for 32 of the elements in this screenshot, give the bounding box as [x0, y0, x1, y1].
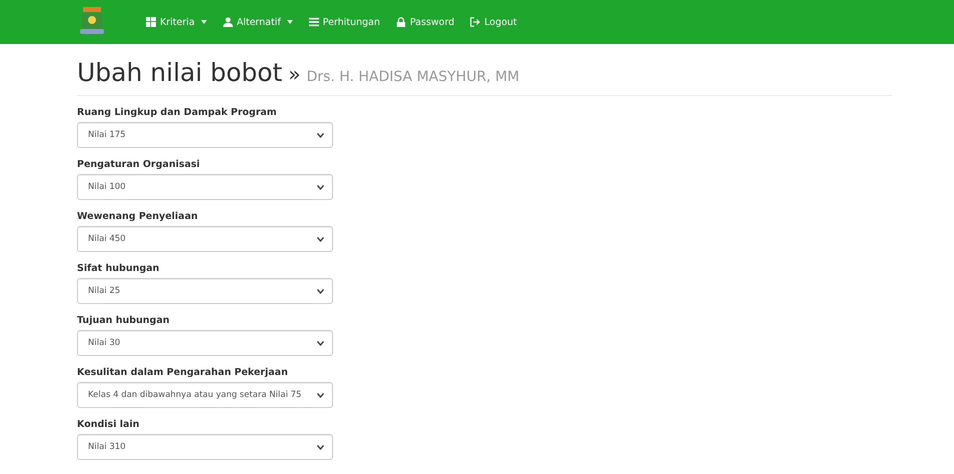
- select-field[interactable]: Nilai 310: [77, 434, 333, 460]
- logout-icon: [470, 17, 480, 27]
- grid-icon: [146, 17, 156, 27]
- field-label: Sifat hubungan: [77, 263, 160, 274]
- chevron-icon: [317, 444, 324, 450]
- chevron-icon: [317, 288, 324, 294]
- field-label: Kondisi lain: [77, 419, 140, 430]
- page-title: Ubah nilai bobot: [77, 58, 282, 87]
- caret-icon: [200, 20, 207, 24]
- field-label: Tujuan hubungan: [77, 315, 171, 326]
- caret-icon: [286, 20, 293, 24]
- select-field[interactable]: Nilai 25: [77, 278, 333, 304]
- lock-icon: [396, 17, 406, 27]
- field-label: Pengaturan Organisasi: [77, 159, 201, 170]
- field-label: Wewenang Penyeliaan: [77, 211, 199, 222]
- chevron-icon: [317, 184, 324, 190]
- chevron-icon: [317, 132, 324, 138]
- list-icon: [308, 17, 319, 27]
- user-icon: [222, 17, 233, 27]
- page-subtitle: Drs. H. HADISA MASYHUR, MM: [306, 69, 520, 85]
- field-label: Ruang Lingkup dan Dampak Program: [77, 107, 278, 118]
- select-field[interactable]: Nilai 100: [77, 174, 333, 200]
- select-field[interactable]: Nilai 30: [77, 330, 333, 356]
- select-field[interactable]: Kelas 4 dan dibawahnya atau yang setara Nilai 75: [77, 382, 333, 408]
- separator-text: »: [288, 62, 301, 86]
- select-field[interactable]: Nilai 175: [77, 122, 333, 148]
- chevron-icon: [317, 340, 324, 346]
- field-label: Kesulitan dalam Pengarahan Pekerjaan: [77, 367, 289, 378]
- chevron-icon: [317, 392, 324, 398]
- chevron-icon: [317, 236, 324, 242]
- select-field[interactable]: Nilai 450: [77, 226, 333, 252]
- logo-icon[interactable]: [80, 7, 104, 37]
